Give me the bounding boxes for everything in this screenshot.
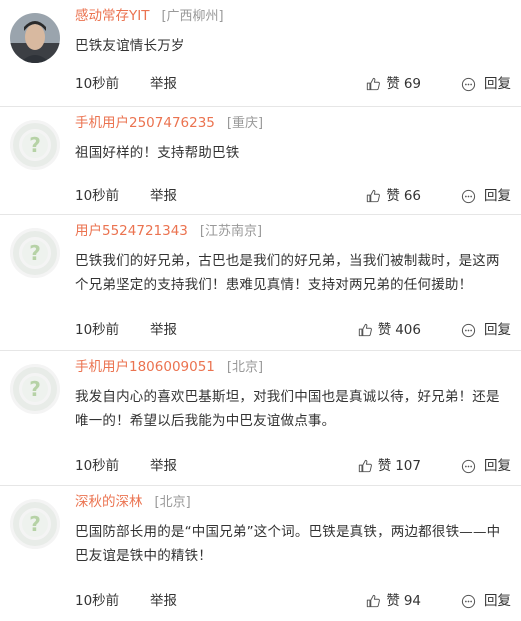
like-button[interactable]: 赞 107 [358, 456, 421, 476]
comment-text: 巴铁我们的好兄弟，古巴也是我们的好兄弟，当我们被制裁时，是这两个兄弟坚定的支持我… [75, 253, 500, 293]
comment-time: 10秒前 [75, 188, 120, 204]
thumbs-up-icon [367, 77, 381, 91]
avatar[interactable]: ? [10, 499, 60, 549]
avatar[interactable] [10, 13, 60, 63]
svg-text:?: ? [29, 512, 41, 536]
comment-time: 10秒前 [75, 593, 120, 609]
default-avatar-question-icon: ? [10, 364, 60, 414]
like-label: 赞 [377, 322, 392, 338]
reply-bubble-icon [461, 77, 476, 91]
comment-text: 祖国好样的！支持帮助巴铁 [75, 145, 240, 161]
like-button[interactable]: 赞 94 [366, 591, 421, 611]
like-label: 赞 [386, 593, 400, 609]
reply-bubble-icon [461, 459, 476, 473]
user-location: [重庆] [226, 116, 264, 131]
avatar[interactable]: ? [10, 228, 60, 278]
reply-label: 回复 [484, 188, 511, 204]
comment-item: ? 手机用户2507476235 [重庆] 祖国好样的！支持帮助巴铁 10秒前 举… [0, 107, 521, 215]
comment-meta: 手机用户2507476235 [重庆] [75, 114, 263, 133]
reply-button[interactable]: 回复 [461, 74, 511, 94]
comment-text: 巴铁友谊情长万岁 [75, 38, 185, 54]
comment-item: ? 用户5524721343 [江苏南京] 巴铁我们的好兄弟，古巴也是我们的好兄弟… [0, 215, 521, 351]
reply-bubble-icon [461, 323, 476, 337]
comment-meta: 用户5524721343 [江苏南京] [75, 222, 262, 241]
comment-text: 我发自内心的喜欢巴基斯坦，对我们中国也是真诚以待，好兄弟！还是唯一的！希望以后我… [75, 389, 500, 429]
comment-actions: 10秒前 举报 赞 69 回复 [0, 74, 521, 94]
thumbs-up-icon [367, 189, 381, 203]
avatar[interactable]: ? [10, 120, 60, 170]
user-location: [广西柳州] [161, 9, 224, 24]
thumbs-up-icon [367, 594, 381, 608]
default-avatar-question-icon: ? [10, 228, 60, 278]
report-button[interactable]: 举报 [150, 74, 177, 94]
username-link[interactable]: 深秋的深林 [75, 494, 143, 510]
comment-meta: 深秋的深林 [北京] [75, 493, 191, 512]
svg-text:?: ? [29, 241, 41, 265]
reply-label: 回复 [484, 76, 511, 92]
svg-text:?: ? [29, 133, 41, 157]
comment-item: 感动常存YIT [广西柳州] 巴铁友谊情长万岁 10秒前 举报 赞 69 回复 [0, 0, 521, 107]
thumbs-up-icon [358, 323, 372, 337]
like-label: 赞 [386, 76, 400, 92]
reply-button[interactable]: 回复 [461, 186, 511, 206]
like-count: 107 [395, 458, 421, 474]
thumbs-up-icon [358, 459, 372, 473]
report-button[interactable]: 举报 [150, 456, 177, 476]
comment-actions: 10秒前 举报 赞 94 回复 [0, 591, 521, 611]
default-avatar-question-icon: ? [10, 120, 60, 170]
reply-bubble-icon [461, 189, 476, 203]
comment-time: 10秒前 [75, 76, 120, 92]
user-location: [江苏南京] [199, 224, 263, 239]
comment-time: 10秒前 [75, 322, 120, 338]
like-count: 66 [403, 188, 421, 204]
like-count: 406 [395, 322, 421, 338]
reply-button[interactable]: 回复 [461, 591, 511, 611]
reply-label: 回复 [484, 593, 511, 609]
avatar[interactable]: ? [10, 364, 60, 414]
comment-item: ? 深秋的深林 [北京] 巴国防部长用的是“中国兄弟”这个词。巴铁是真铁，两边都很… [0, 486, 521, 621]
comment-item: ? 手机用户1806009051 [北京] 我发自内心的喜欢巴基斯坦，对我们中国也… [0, 351, 521, 486]
comment-actions: 10秒前 举报 赞 406 回复 [0, 320, 521, 340]
user-location: [北京] [154, 495, 191, 510]
like-button[interactable]: 赞 66 [366, 186, 421, 206]
like-button[interactable]: 赞 69 [366, 74, 421, 94]
comment-text: 巴国防部长用的是“中国兄弟”这个词。巴铁是真铁，两边都很铁——中巴友谊是铁中的精… [75, 524, 501, 564]
like-label: 赞 [386, 188, 400, 204]
comment-time: 10秒前 [75, 458, 120, 474]
svg-text:?: ? [29, 377, 41, 401]
reply-bubble-icon [461, 594, 476, 608]
reply-label: 回复 [484, 322, 511, 338]
comment-actions: 10秒前 举报 赞 66 回复 [0, 186, 521, 206]
user-photo-icon [10, 13, 60, 63]
user-location: [北京] [226, 360, 264, 375]
like-count: 69 [403, 76, 421, 92]
reply-label: 回复 [484, 458, 511, 474]
username-link[interactable]: 感动常存YIT [75, 8, 149, 24]
report-button[interactable]: 举报 [150, 591, 177, 611]
comment-meta: 手机用户1806009051 [北京] [75, 358, 263, 377]
username-link[interactable]: 手机用户2507476235 [75, 115, 215, 131]
comment-actions: 10秒前 举报 赞 107 回复 [0, 456, 521, 476]
reply-button[interactable]: 回复 [461, 320, 511, 340]
username-link[interactable]: 手机用户1806009051 [75, 359, 215, 375]
like-count: 94 [403, 593, 421, 609]
comment-meta: 感动常存YIT [广西柳州] [75, 7, 224, 26]
like-button[interactable]: 赞 406 [358, 320, 421, 340]
username-link[interactable]: 用户5524721343 [75, 223, 188, 239]
report-button[interactable]: 举报 [150, 186, 177, 206]
reply-button[interactable]: 回复 [461, 456, 511, 476]
like-label: 赞 [377, 458, 392, 474]
default-avatar-question-icon: ? [10, 499, 60, 549]
report-button[interactable]: 举报 [150, 320, 177, 340]
